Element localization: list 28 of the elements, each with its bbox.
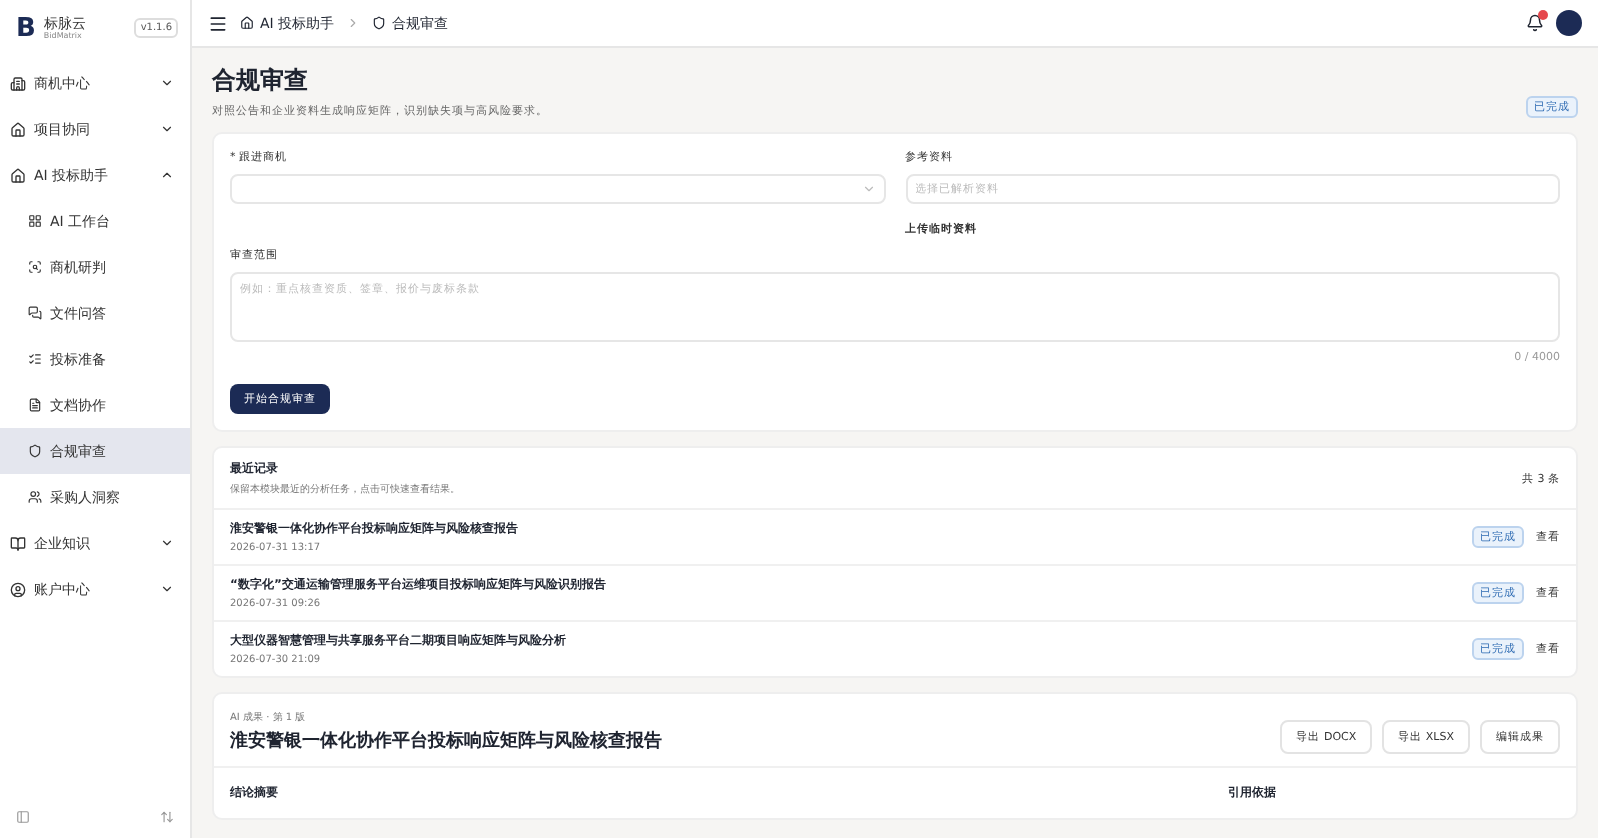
- chevron-right-icon: [346, 16, 361, 30]
- shield-icon: [28, 444, 42, 458]
- chevron-down-icon: [160, 536, 174, 550]
- scan-icon: [28, 260, 42, 274]
- chevron-down-icon: [160, 76, 174, 90]
- building-icon: [10, 75, 26, 91]
- avatar[interactable]: [1556, 10, 1582, 36]
- home-icon: [10, 121, 26, 137]
- grid-icon: [28, 214, 42, 228]
- chat-icon: [28, 306, 42, 320]
- home-icon: [240, 16, 254, 30]
- document-icon: [28, 398, 42, 412]
- users-icon: [28, 490, 42, 504]
- notification-icon[interactable]: [1526, 14, 1544, 32]
- chevron-down-icon: [160, 582, 174, 596]
- user-icon: [10, 581, 26, 597]
- result-title: 淮安警银一体化协作平台投标响应矩阵与风险核查报告: [230, 728, 662, 754]
- logo: B: [16, 13, 36, 43]
- chevron-down-icon: [861, 182, 875, 196]
- chevron-down-icon: [160, 122, 174, 136]
- sort-icon[interactable]: [160, 809, 174, 823]
- checklist-icon: [28, 352, 42, 366]
- home-icon: [10, 167, 26, 183]
- shield-icon: [372, 16, 387, 30]
- menu-icon[interactable]: [208, 13, 228, 33]
- book-icon: [10, 535, 26, 551]
- page-title: 合规审查: [212, 64, 310, 98]
- chevron-up-icon: [160, 168, 174, 182]
